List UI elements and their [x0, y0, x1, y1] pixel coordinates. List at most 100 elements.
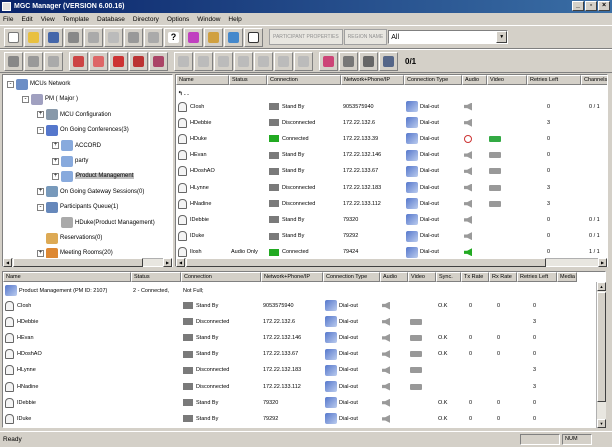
table-row[interactable]: HDoshAO Stand By 172.22.133.67 Dial-out O.K 0… — [3, 347, 557, 362]
column-header[interactable]: Connection Type — [323, 272, 380, 282]
tree-item[interactable]: + party — [52, 155, 88, 167]
hold-button[interactable] — [294, 51, 313, 71]
column-header[interactable]: Name — [176, 75, 229, 85]
camera-icon[interactable] — [489, 168, 501, 175]
tree-item[interactable]: - PM ( Major ) — [22, 93, 78, 105]
tree-item[interactable]: Reservations(0) — [37, 232, 102, 244]
tree-item[interactable]: + ACCORD — [52, 140, 101, 152]
window-button[interactable] — [244, 27, 263, 47]
chevron-down-icon[interactable]: ▼ — [496, 31, 508, 43]
scroll-thumb[interactable] — [13, 258, 143, 267]
table-row[interactable]: CIosh Stand By 9053575940 Dial-out 0 0 / 1 — [176, 99, 607, 114]
restore-button[interactable]: ▫ — [585, 1, 597, 11]
scroll-thumb[interactable] — [186, 258, 546, 267]
bottom-vscrollbar[interactable]: ▲ ▼ — [596, 282, 606, 428]
properties-button[interactable] — [204, 27, 223, 47]
camera-icon[interactable] — [489, 200, 501, 207]
mcu-button[interactable] — [4, 51, 23, 71]
layout-button[interactable] — [319, 51, 338, 71]
column-header[interactable]: Network+Phone/IP — [261, 272, 323, 282]
tree-item[interactable]: + MCU Configuration — [37, 109, 111, 121]
column-header[interactable]: Rx Rate — [489, 272, 517, 282]
open-button[interactable] — [24, 27, 43, 47]
cut-button[interactable] — [84, 27, 103, 47]
expand-icon[interactable]: + — [37, 249, 44, 257]
tree-item[interactable]: - On Going Conferences(3) — [37, 124, 129, 136]
column-header[interactable]: Name — [3, 272, 131, 282]
speaker-icon[interactable] — [382, 414, 390, 423]
menu-file[interactable]: File — [3, 16, 13, 23]
speaker-icon[interactable] — [464, 248, 472, 257]
save-button[interactable] — [44, 27, 63, 47]
column-header[interactable]: Tx Rate — [461, 272, 489, 282]
close-button[interactable]: × — [598, 1, 610, 11]
menu-database[interactable]: Database — [97, 16, 125, 23]
tile-button[interactable] — [224, 27, 243, 47]
reconnect-button[interactable] — [274, 51, 293, 71]
network-button[interactable] — [379, 51, 398, 71]
scroll-left-icon[interactable]: ◀ — [176, 258, 185, 267]
collapse-icon[interactable]: - — [37, 203, 44, 211]
tree-item[interactable]: + Product Management — [52, 170, 135, 182]
speaker-icon[interactable] — [382, 333, 390, 342]
camera-icon[interactable] — [410, 383, 422, 390]
column-header[interactable]: Connection — [267, 75, 341, 85]
print-button[interactable] — [144, 27, 163, 47]
collapse-icon[interactable]: - — [7, 80, 14, 88]
speaker-icon[interactable] — [382, 398, 390, 407]
menu-edit[interactable]: Edit — [21, 16, 32, 23]
column-header[interactable]: Retries Left — [527, 75, 581, 85]
conference-properties-button[interactable] — [149, 51, 168, 71]
menu-window[interactable]: Window — [197, 16, 220, 23]
help-button[interactable]: ? — [164, 27, 183, 47]
speaker-icon[interactable] — [464, 183, 472, 192]
camera-icon[interactable] — [410, 367, 422, 374]
column-header[interactable]: Retries Left — [517, 272, 557, 282]
table-row[interactable]: IDebbie Stand By 79320 Dial-out 0 0 / 1 — [176, 212, 607, 227]
camera-icon[interactable] — [410, 334, 422, 341]
column-header[interactable]: Network+Phone/IP — [341, 75, 404, 85]
column-header[interactable]: Connection — [181, 272, 261, 282]
column-header[interactable]: Connection Type — [404, 75, 462, 85]
table-row[interactable]: HNadine Disconnected 172.22.133.112 Dial-ou… — [3, 379, 557, 394]
add-participant-button[interactable] — [109, 51, 128, 71]
tree-hscrollbar[interactable]: ◀ ▶ — [3, 258, 172, 267]
scroll-right-icon[interactable]: ▶ — [163, 258, 172, 267]
speaker-icon[interactable] — [382, 382, 390, 391]
scroll-left-icon[interactable]: ◀ — [3, 258, 12, 267]
column-header[interactable]: Channels — [581, 75, 607, 85]
terminate-button[interactable] — [89, 51, 108, 71]
table-row[interactable]: HLynne Disconnected 172.22.132.183 Dial-out… — [3, 363, 557, 378]
muted-speaker-icon[interactable] — [464, 134, 472, 143]
menu-template[interactable]: Template — [63, 16, 89, 23]
expand-icon[interactable]: + — [37, 111, 44, 119]
table-row[interactable]: HDuke Connected 172.22.133.39 Dial-out 0 — [176, 131, 607, 146]
table-row[interactable]: CIosh Stand By 9053575940 Dial-out O.K 0 0 0 — [3, 298, 557, 313]
speaker-icon[interactable] — [464, 167, 472, 176]
column-header[interactable]: Media M — [557, 272, 577, 282]
speaker-icon[interactable] — [464, 215, 472, 224]
table-row[interactable]: HDebbie Disconnected 172.22.132.6 Dial-out 3 — [3, 314, 557, 329]
disconnect-button[interactable] — [64, 27, 83, 47]
grid-hscrollbar[interactable]: ◀ ▶ — [176, 258, 607, 267]
camera-icon[interactable] — [410, 351, 422, 358]
column-header[interactable]: Audio — [462, 75, 487, 85]
table-row[interactable]: IDebbie Stand By 79320 Dial-out O.K 0 0 0 — [3, 395, 557, 410]
camera-icon[interactable] — [489, 135, 501, 142]
collapse-icon[interactable]: - — [22, 95, 29, 103]
filter-combo[interactable]: All ▼ — [388, 30, 509, 44]
conference-summary-row[interactable]: Product Management (PM ID: 2107) 2 - Con… — [3, 283, 261, 298]
menu-view[interactable]: View — [41, 16, 55, 23]
column-header[interactable]: Video — [408, 272, 436, 282]
speaker-icon[interactable] — [382, 366, 390, 375]
refresh-button[interactable] — [124, 27, 143, 47]
speaker-icon[interactable] — [464, 151, 472, 160]
mute-button[interactable] — [174, 51, 193, 71]
speaker-icon[interactable] — [382, 317, 390, 326]
scroll-down-icon[interactable]: ▼ — [597, 419, 606, 428]
video-button[interactable] — [214, 51, 233, 71]
expand-icon[interactable]: + — [37, 188, 44, 196]
new-button[interactable] — [4, 27, 23, 47]
column-header[interactable]: Video — [487, 75, 527, 85]
connect-button[interactable] — [234, 51, 253, 71]
